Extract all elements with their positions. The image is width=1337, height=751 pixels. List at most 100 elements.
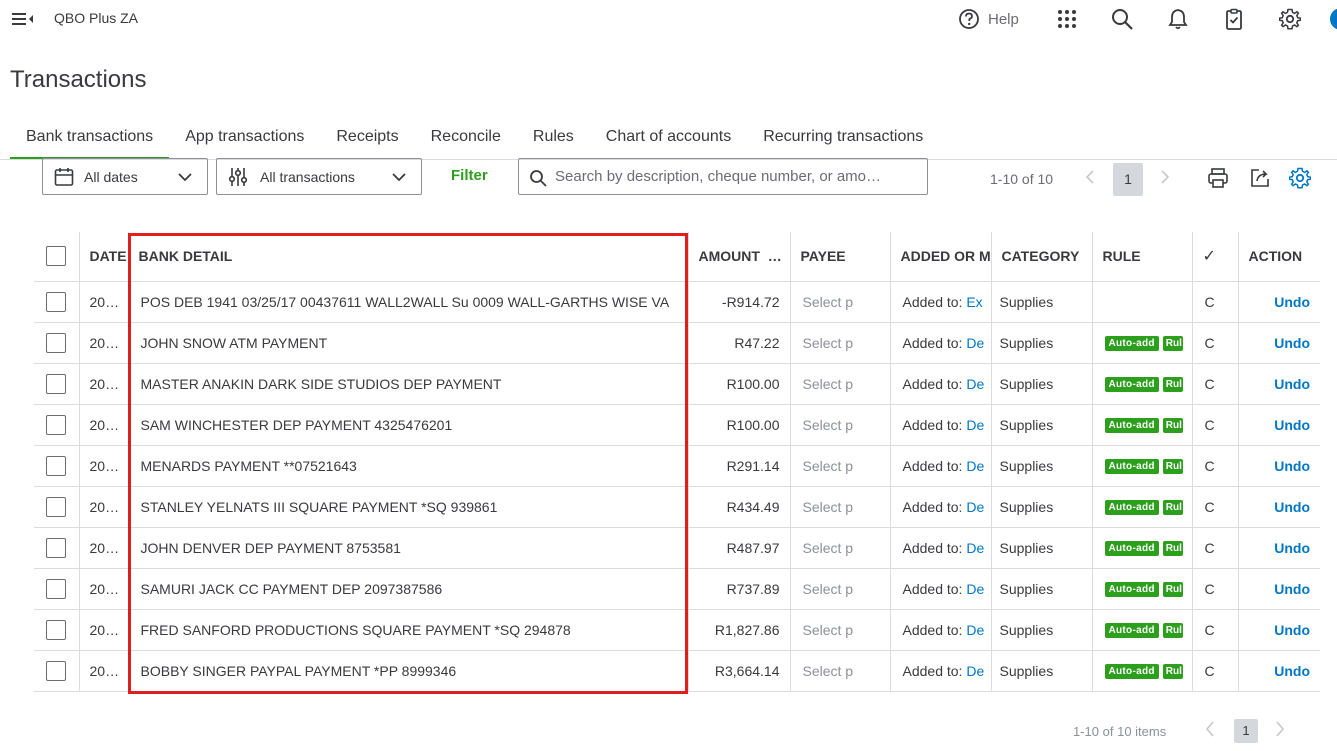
undo-button[interactable]: Undo — [1238, 527, 1320, 569]
rule-name-badge: Rul — [1162, 499, 1183, 515]
undo-button[interactable]: Undo — [1238, 363, 1320, 405]
payee-select-cell[interactable]: Select p — [790, 568, 891, 610]
added-to-account-link[interactable]: De — [966, 581, 984, 597]
tab-rules[interactable]: Rules — [517, 124, 590, 160]
export-icon[interactable] — [1249, 167, 1271, 189]
footer-next-page-button[interactable] — [1275, 721, 1285, 742]
rule-column-header[interactable]: RULE — [1092, 232, 1193, 282]
transaction-type-dropdown[interactable]: All transactions — [216, 158, 422, 195]
table-row[interactable]: 20… FRED SANFORD PRODUCTIONS SQUARE PAYM… — [34, 609, 1320, 651]
payee-select-cell[interactable]: Select p — [790, 527, 891, 569]
row-checkbox[interactable] — [46, 660, 67, 681]
row-checkbox[interactable] — [46, 578, 67, 599]
table-row[interactable]: 20… MENARDS PAYMENT **07521643 R291.14 S… — [34, 445, 1320, 487]
apps-grid-icon[interactable] — [1056, 8, 1078, 30]
filter-button[interactable]: Filter — [451, 167, 488, 184]
tab-reconcile[interactable]: Reconcile — [415, 124, 517, 160]
payee-select-cell[interactable]: Select p — [790, 650, 891, 692]
table-row[interactable]: 20… JOHN SNOW ATM PAYMENT R47.22 Select … — [34, 322, 1320, 364]
bank-detail-column-header[interactable]: BANK DETAIL — [128, 232, 689, 282]
table-row[interactable]: 20… SAM WINCHESTER DEP PAYMENT 432547620… — [34, 404, 1320, 446]
menu-collapse-icon[interactable] — [12, 10, 34, 28]
date-column-header[interactable]: DATE — [79, 232, 129, 282]
undo-button[interactable]: Undo — [1238, 486, 1320, 528]
row-checkbox[interactable] — [46, 414, 67, 435]
payee-select-cell[interactable]: Select p — [790, 322, 891, 364]
table-row[interactable]: 20… MASTER ANAKIN DARK SIDE STUDIOS DEP … — [34, 363, 1320, 405]
search-input[interactable] — [555, 159, 921, 194]
payee-select-cell[interactable]: Select p — [790, 609, 891, 651]
rule-auto-add-badge: Auto-add — [1104, 417, 1159, 433]
undo-button[interactable]: Undo — [1238, 322, 1320, 364]
bank-detail-cell: JOHN DENVER DEP PAYMENT 8753581 — [128, 527, 689, 569]
tasks-clipboard-icon[interactable] — [1223, 8, 1245, 30]
undo-button[interactable]: Undo — [1238, 568, 1320, 610]
row-checkbox[interactable] — [46, 537, 67, 558]
row-checkbox[interactable] — [46, 332, 67, 353]
table-settings-gear-icon[interactable] — [1289, 167, 1311, 189]
added-or-matched-column-header[interactable]: ADDED OR M — [890, 232, 992, 282]
row-checkbox[interactable] — [46, 291, 67, 312]
bank-detail-cell: MASTER ANAKIN DARK SIDE STUDIOS DEP PAYM… — [128, 363, 689, 405]
table-row[interactable]: 20… STANLEY YELNATS III SQUARE PAYMENT *… — [34, 486, 1320, 528]
undo-button[interactable]: Undo — [1238, 609, 1320, 651]
payee-select-cell[interactable]: Select p — [790, 404, 891, 446]
profile-avatar[interactable] — [1330, 8, 1337, 30]
row-checkbox[interactable] — [46, 373, 67, 394]
search-icon[interactable] — [1111, 8, 1133, 30]
next-page-button[interactable] — [1160, 170, 1170, 187]
category-value: Supplies — [999, 293, 1054, 310]
table-row[interactable]: 20… POS DEB 1941 03/25/17 00437611 WALL2… — [34, 281, 1320, 323]
payee-select-cell[interactable]: Select p — [790, 445, 891, 487]
row-checkbox[interactable] — [46, 455, 67, 476]
added-to-account-link[interactable]: De — [966, 335, 984, 351]
current-page-button[interactable]: 1 — [1113, 163, 1143, 196]
undo-button[interactable]: Undo — [1238, 404, 1320, 446]
tab-receipts[interactable]: Receipts — [320, 124, 414, 160]
payee-select-cell[interactable]: Select p — [790, 486, 891, 528]
payee-select-cell[interactable]: Select p — [790, 281, 891, 323]
table-row[interactable]: 20… JOHN DENVER DEP PAYMENT 8753581 R487… — [34, 527, 1320, 569]
tab-bank-transactions[interactable]: Bank transactions — [10, 124, 170, 160]
tab-chart-of-accounts[interactable]: Chart of accounts — [590, 124, 747, 160]
footer-previous-page-button[interactable] — [1205, 721, 1215, 742]
table-row[interactable]: 20… BOBBY SINGER PAYPAL PAYMENT *PP 8999… — [34, 650, 1320, 692]
print-icon[interactable] — [1207, 167, 1229, 189]
pager-range-text: 1-10 of 10 — [990, 171, 1054, 187]
bank-detail-cell: SAMURI JACK CC PAYMENT DEP 2097387586 — [128, 568, 689, 610]
added-to-account-link[interactable]: De — [966, 376, 984, 392]
amount-column-header[interactable]: AMOUNT … — [688, 232, 791, 282]
added-or-matched-cell: Added to: De — [890, 486, 992, 528]
chevron-left-icon — [1085, 170, 1094, 184]
payee-select-cell[interactable]: Select p — [790, 363, 891, 405]
settings-gear-icon[interactable] — [1279, 8, 1301, 30]
undo-button[interactable]: Undo — [1238, 650, 1320, 692]
category-column-header[interactable]: CATEGORY — [991, 232, 1093, 282]
added-to-account-link[interactable]: De — [966, 458, 984, 474]
row-checkbox[interactable] — [46, 496, 67, 517]
added-to-label: Added to: — [902, 375, 963, 392]
undo-button[interactable]: Undo — [1238, 281, 1320, 323]
row-checkbox[interactable] — [46, 619, 67, 640]
tab-recurring-transactions[interactable]: Recurring transactions — [747, 124, 939, 160]
table-row[interactable]: 20… SAMURI JACK CC PAYMENT DEP 209738758… — [34, 568, 1320, 610]
notifications-bell-icon[interactable] — [1167, 8, 1189, 30]
undo-button[interactable]: Undo — [1238, 445, 1320, 487]
help-button[interactable]: Help — [958, 8, 1019, 30]
added-to-account-link[interactable]: Ex — [966, 294, 982, 310]
added-to-label: Added to: — [902, 539, 963, 556]
amount-cell: R434.49 — [688, 486, 791, 528]
added-to-account-link[interactable]: De — [966, 663, 984, 679]
payee-column-header[interactable]: PAYEE — [790, 232, 891, 282]
category-cell: Supplies — [991, 609, 1093, 651]
date-filter-dropdown[interactable]: All dates — [42, 158, 208, 195]
added-to-account-link[interactable]: De — [966, 622, 984, 638]
added-to-account-link[interactable]: De — [966, 417, 984, 433]
select-all-checkbox[interactable] — [46, 246, 67, 267]
added-to-account-link[interactable]: De — [966, 540, 984, 556]
footer-current-page-button[interactable]: 1 — [1234, 719, 1258, 743]
previous-page-button[interactable] — [1085, 170, 1095, 187]
tab-app-transactions[interactable]: App transactions — [169, 124, 320, 160]
status-column-header: ✓ — [1192, 232, 1239, 282]
added-to-account-link[interactable]: De — [966, 499, 984, 515]
